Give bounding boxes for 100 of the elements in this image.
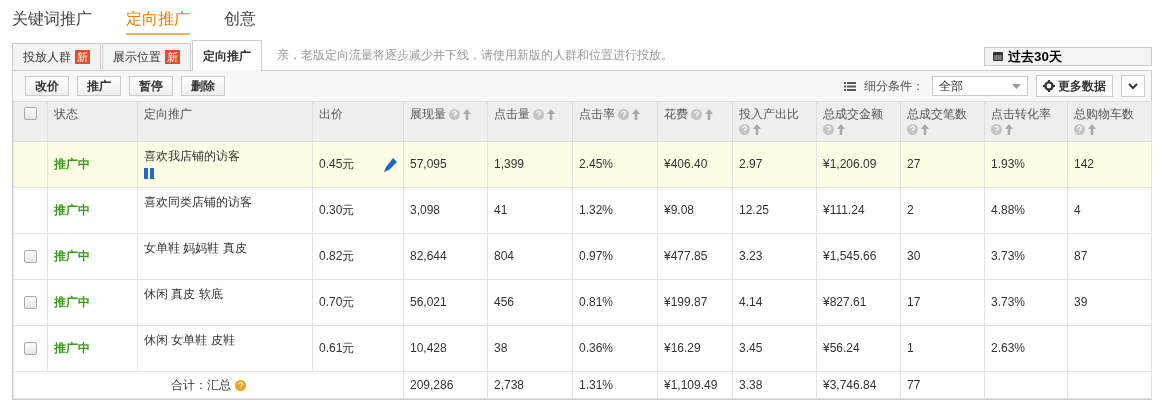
table-cell: 456 [494, 295, 515, 309]
column-header: 出价 [319, 107, 343, 122]
sort-arrow-icon[interactable] [921, 124, 929, 135]
help-icon[interactable] [235, 379, 246, 391]
total-cell: ¥1,109.49 [664, 377, 718, 392]
table-cell: 3.73% [991, 249, 1026, 263]
target-name: 休闲 真皮 软底 [144, 287, 223, 302]
tab-label: 定向推广 [203, 47, 251, 65]
table-cell: ¥477.85 [664, 249, 708, 263]
total-cell: 209,286 [410, 377, 454, 392]
nav-tab[interactable]: 关键词推广 [12, 9, 92, 35]
help-icon[interactable] [739, 124, 750, 135]
total-cell: ¥3,746.84 [823, 377, 877, 392]
status-text: 推广中 [54, 341, 90, 355]
sub-tab[interactable]: 展示位置 新 [102, 43, 191, 70]
price-text: 0.30元 [319, 203, 355, 218]
status-text: 推广中 [54, 203, 90, 217]
column-header: 总购物车数 [1074, 107, 1134, 122]
tab-label: 展示位置 [113, 48, 161, 66]
help-icon[interactable] [533, 109, 544, 120]
sort-arrow-icon[interactable] [837, 124, 845, 135]
column-header: 点击转化率 [991, 107, 1051, 122]
sort-arrow-icon[interactable] [1005, 124, 1013, 135]
total-label: 合计：汇总 [171, 377, 231, 393]
price-text: 0.61元 [319, 341, 355, 356]
sort-arrow-icon[interactable] [1088, 124, 1096, 135]
target-name: 喜欢同类店铺的访客 [144, 195, 252, 210]
sub-tab[interactable]: 定向推广 [192, 40, 262, 71]
action-button[interactable]: 暂停 [129, 76, 173, 96]
total-cell: 1.31% [579, 377, 614, 392]
table-cell: 38 [494, 341, 508, 355]
table-cell: ¥1,545.66 [823, 249, 877, 263]
table-cell: 82,644 [410, 249, 447, 263]
table-cell: 0.97% [579, 249, 614, 263]
notice-text: 亲，老版定向流量将逐步减少并下线，请使用新版的人群和位置进行投放。 [277, 47, 673, 64]
table-cell: 3.73% [991, 295, 1026, 309]
table-cell: 2.97 [739, 157, 763, 171]
date-range-button[interactable]: 过去30天 [984, 47, 1152, 66]
table-cell: 2.63% [991, 341, 1026, 355]
price-text: 0.70元 [319, 295, 355, 310]
action-button[interactable]: 推广 [77, 76, 121, 96]
pencil-icon[interactable] [383, 157, 397, 172]
gear-icon [1043, 80, 1055, 92]
new-badge: 新 [165, 50, 180, 64]
table-cell: 4 [1074, 203, 1081, 217]
table-cell: ¥827.61 [823, 295, 867, 309]
table-cell: 17 [907, 295, 921, 309]
sort-arrow-icon[interactable] [632, 109, 640, 120]
column-header: 展现量 [410, 107, 446, 122]
row-checkbox[interactable] [24, 296, 37, 309]
pause-icon[interactable] [144, 168, 154, 179]
help-icon[interactable] [1074, 124, 1085, 135]
sort-arrow-icon[interactable] [463, 109, 471, 120]
help-icon[interactable] [907, 124, 918, 135]
sort-arrow-icon[interactable] [753, 124, 761, 135]
help-icon[interactable] [449, 109, 460, 120]
column-header: 状态 [54, 107, 78, 122]
table-cell: 10,428 [410, 341, 447, 355]
more-data-button[interactable]: 更多数据 [1036, 75, 1113, 97]
filter-label: 细分条件： [864, 77, 924, 95]
status-text: 推广中 [54, 249, 90, 263]
nav-tab[interactable]: 创意 [224, 9, 256, 35]
table-cell: ¥9.08 [664, 203, 695, 217]
column-header: 花费 [664, 107, 688, 122]
list-icon [844, 81, 856, 91]
column-header: 点击率 [579, 107, 615, 122]
sub-tab[interactable]: 投放人群 新 [12, 43, 101, 70]
table-cell: 27 [907, 157, 921, 171]
table-cell: 56,021 [410, 295, 447, 309]
calendar-icon [993, 52, 1003, 61]
help-icon[interactable] [691, 109, 702, 120]
table-cell: 0.36% [579, 341, 614, 355]
action-button[interactable]: 删除 [181, 76, 225, 96]
price-text: 0.82元 [319, 249, 355, 264]
help-icon[interactable] [618, 109, 629, 120]
table-cell: 142 [1074, 157, 1095, 171]
table-cell: ¥111.24 [823, 203, 865, 217]
table-cell: 0.81% [579, 295, 614, 309]
row-checkbox[interactable] [24, 342, 37, 355]
action-button[interactable]: 改价 [25, 76, 69, 96]
target-name: 女单鞋 妈妈鞋 真皮 [144, 241, 247, 256]
table-cell: 39 [1074, 295, 1088, 309]
table-cell: 3.45 [739, 341, 763, 355]
table-cell: ¥406.40 [664, 157, 708, 171]
column-header: 总成交笔数 [907, 107, 967, 122]
table-cell: ¥16.29 [664, 341, 701, 355]
help-icon[interactable] [823, 124, 834, 135]
row-checkbox[interactable] [24, 250, 37, 263]
table-cell: 804 [494, 249, 515, 263]
table-cell: 57,095 [410, 157, 447, 171]
sort-arrow-icon[interactable] [705, 109, 713, 120]
table-cell: 1 [907, 341, 914, 355]
column-header: 总成交金额 [823, 107, 883, 122]
chevron-down-icon [1128, 82, 1138, 90]
filter-dropdown[interactable]: 全部 [932, 76, 1028, 96]
table-cell: 1.93% [991, 157, 1026, 171]
sort-arrow-icon[interactable] [547, 109, 555, 120]
select-all-checkbox[interactable] [24, 107, 37, 120]
dropdown-button[interactable] [1121, 75, 1145, 97]
help-icon[interactable] [991, 124, 1002, 135]
